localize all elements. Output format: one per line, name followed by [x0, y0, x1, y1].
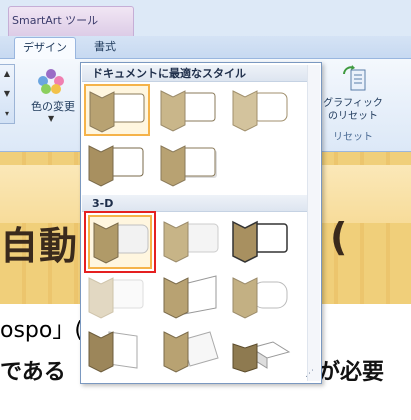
reset-graphic-icon [343, 65, 366, 91]
chevron-shape-icon [88, 331, 138, 373]
style-3d-brick[interactable] [159, 271, 225, 323]
chevron-shape-icon [160, 90, 216, 132]
section-header-document-styles: ドキュメントに最適なスタイル [82, 65, 320, 82]
style-3d-metallic[interactable] [84, 325, 150, 377]
gallery-more-icon[interactable]: ▾ [2, 107, 12, 121]
section-header-3d-styles: 3-D [82, 195, 320, 212]
slide-body-text-2-right: が必要 [318, 360, 385, 385]
scroll-up-icon[interactable]: ▲ [2, 67, 12, 81]
chevron-shape-icon [89, 91, 145, 133]
palette-icon [38, 69, 64, 94]
style-intense[interactable] [84, 139, 150, 191]
style-3d-polished[interactable] [84, 211, 156, 273]
color-change-label: 色の変更 [31, 100, 75, 113]
scroll-down-icon[interactable]: ▼ [2, 87, 12, 101]
context-tab-group-label: SmartArt ツール [12, 14, 99, 27]
tab-design[interactable]: デザイン [14, 37, 76, 59]
chevron-shape-icon [163, 275, 217, 319]
style-subtle[interactable] [156, 84, 222, 136]
slide-body-text-1: ospo」( [0, 318, 83, 343]
style-3d-cartoon[interactable] [228, 215, 294, 267]
reset-graphic-button[interactable]: グラフィック のリセット [322, 64, 384, 128]
slide-body-text-2: である [0, 360, 66, 385]
style-3d-flat[interactable] [228, 271, 294, 323]
layout-gallery-scroll[interactable]: ▲ ▼ ▾ [0, 64, 15, 124]
style-3d-sunset[interactable] [159, 325, 225, 377]
style-shadow[interactable] [156, 139, 222, 191]
style-moderate[interactable] [228, 84, 294, 136]
style-3d-powder[interactable] [84, 271, 150, 323]
chevron-shape-icon [88, 145, 144, 187]
style-3d-bird[interactable] [228, 325, 294, 377]
style-simple[interactable] [84, 84, 150, 136]
chevron-shape-icon [232, 277, 288, 319]
gallery-scrollbar[interactable] [307, 65, 320, 381]
chevron-shape-icon [88, 277, 144, 319]
slide-heading-left: 自動 [0, 224, 79, 268]
chevron-down-icon: ▼ [48, 114, 55, 123]
style-3d-inset[interactable] [159, 215, 225, 267]
reset-graphic-label-line2: のリセット [328, 111, 378, 122]
chevron-shape-icon [163, 221, 219, 263]
tab-format[interactable]: 書式 [82, 37, 128, 58]
slide-heading-right: ( [330, 215, 348, 259]
chevron-shape-icon [160, 145, 217, 187]
reset-group-label: リセット [333, 132, 373, 143]
chevron-shape-icon [163, 331, 219, 373]
resize-grip-icon[interactable]: ⋰ [305, 369, 317, 379]
color-change-button[interactable]: 色の変更 ▼ [20, 64, 80, 132]
chevron-shape-icon [93, 222, 149, 264]
smartart-styles-gallery[interactable]: ドキュメントに最適なスタイル 3-D ⋰ [80, 62, 322, 384]
chevron-shape-icon [232, 220, 288, 263]
chevron-shape-icon [232, 341, 291, 373]
chevron-shape-icon [232, 90, 288, 132]
